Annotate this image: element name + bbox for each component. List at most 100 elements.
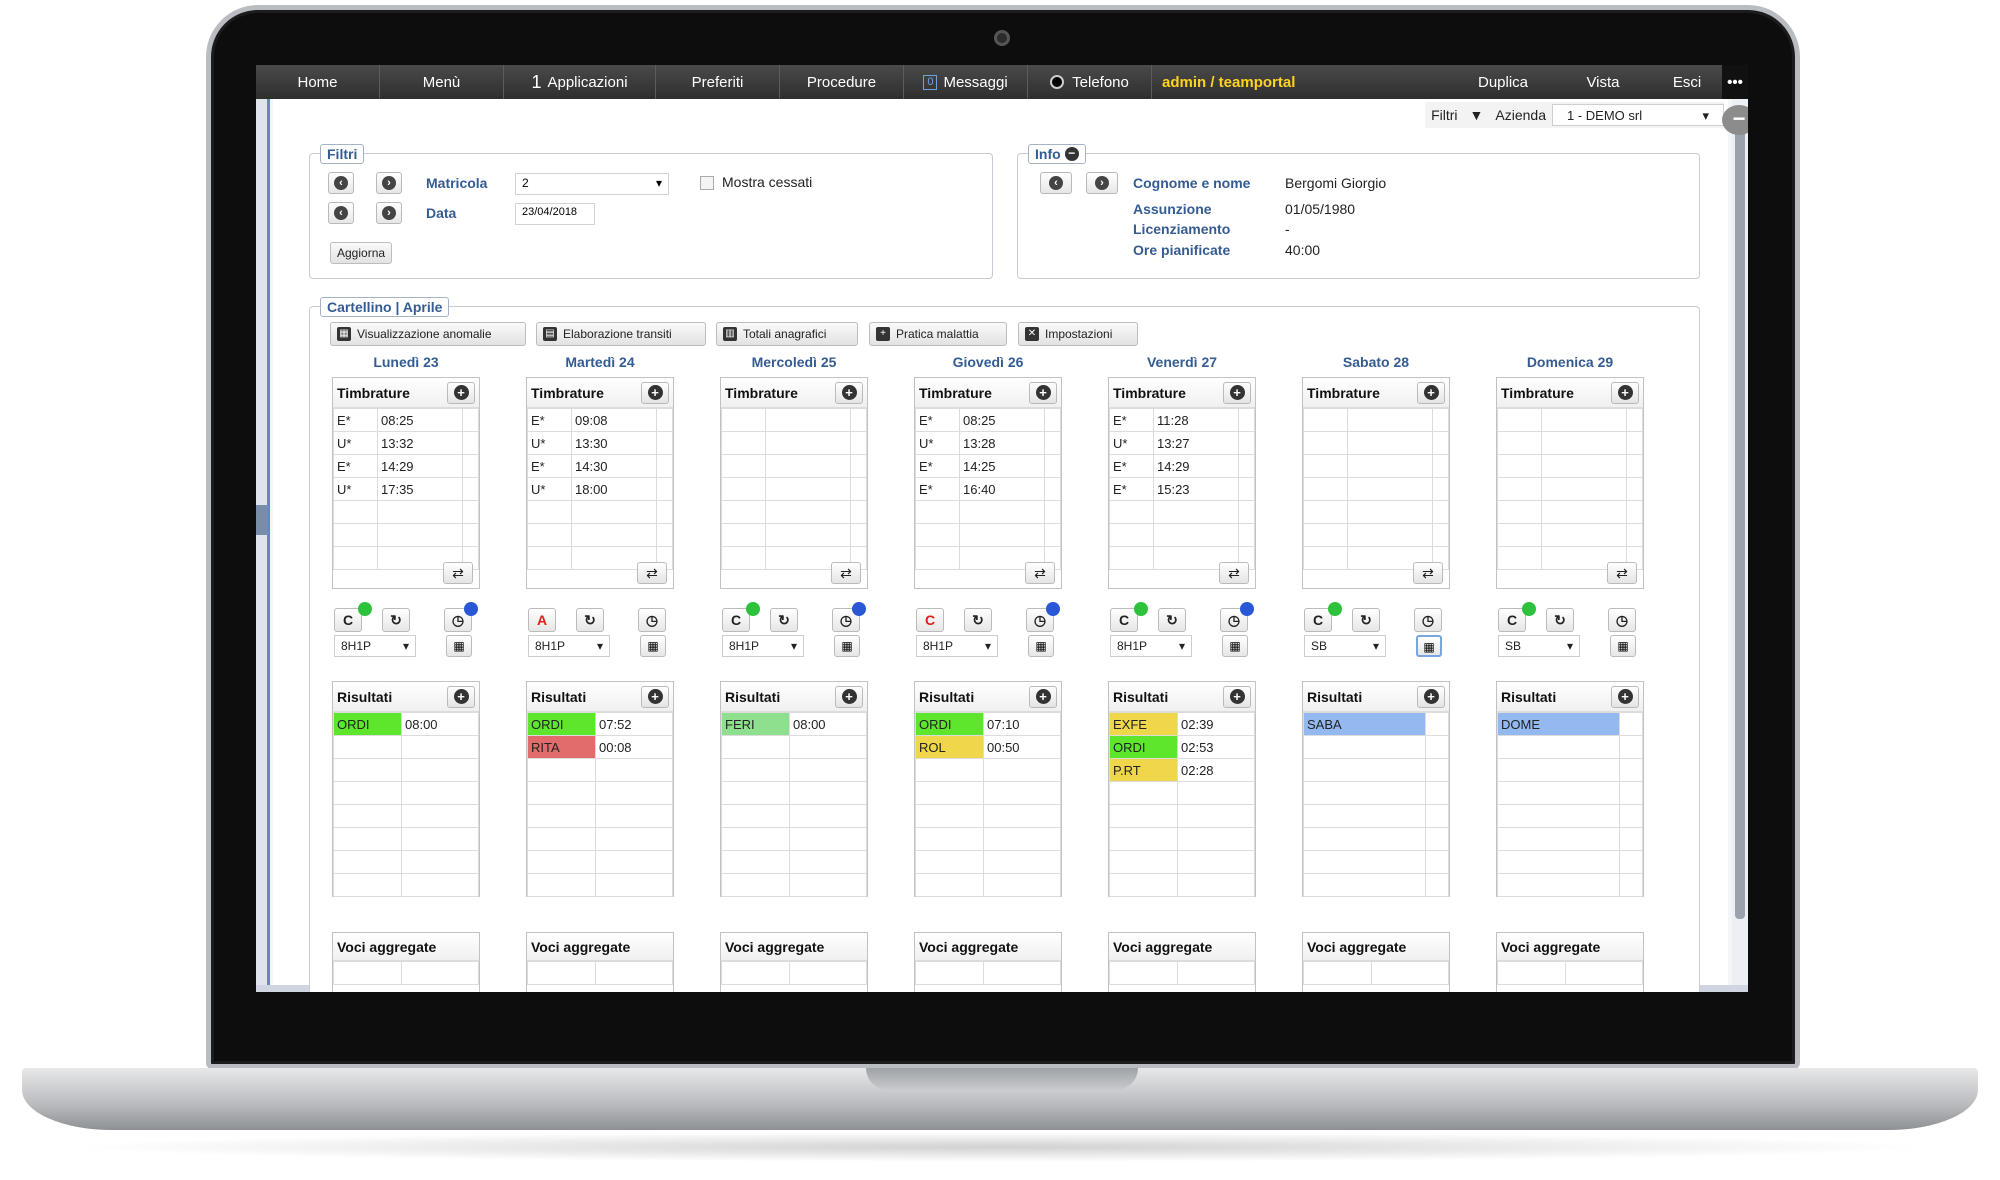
scrollbar-thumb[interactable] [1735,109,1745,919]
swap-button[interactable]: ⇄ [831,562,861,584]
filtri-label[interactable]: Filtri [1431,107,1457,123]
calendar-button[interactable]: ▦ [640,635,666,657]
elaborazione-transiti-button[interactable]: ▤ Elaborazione transiti [536,322,706,346]
risultati-table: ORDI 07:10 ROL 00:50 [915,712,1061,897]
timbratura-extra [462,523,479,547]
nav-messaggi[interactable]: 0 Messaggi [904,65,1028,99]
schedule-select[interactable]: 8H1P ▾ [528,635,610,657]
aggiorna-button[interactable]: Aggiorna [330,242,393,264]
azienda-select[interactable]: 1 - DEMO srl ▾ [1552,104,1724,126]
mostra-cessati-checkbox[interactable] [700,176,714,190]
data-label: Data [426,205,457,221]
schedule-select[interactable]: 8H1P ▾ [334,635,416,657]
refresh-button[interactable]: ↻ [1352,608,1380,632]
risultato-value [1425,873,1449,897]
add-timbratura-button[interactable]: + [447,381,475,404]
day-code-button[interactable]: A [528,608,556,632]
refresh-button[interactable]: ↻ [1158,608,1186,632]
calendar-button[interactable]: ▦ [1028,635,1054,657]
calendar-button[interactable]: ▦ [1416,635,1442,657]
visualizzazione-anomalie-button[interactable]: ▦ Visualizzazione anomalie [330,322,526,346]
risultato-value [789,804,867,828]
table-row [915,961,1061,985]
voci-cell [789,961,867,985]
nav-preferiti[interactable]: Preferiti [656,65,780,99]
add-timbratura-button[interactable]: + [1611,381,1639,404]
add-risultato-button[interactable]: + [1417,685,1445,708]
add-timbratura-button[interactable]: + [1223,381,1251,404]
risultato-code: ORDI [915,712,984,736]
nav-vista[interactable]: Vista [1554,65,1652,99]
info-legend[interactable]: Info − [1028,144,1086,164]
calendar-button[interactable]: ▦ [446,635,472,657]
info-next-button[interactable]: › [1086,172,1118,194]
data-input[interactable]: 23/04/2018 [515,203,595,225]
nav-telefono[interactable]: Telefono [1028,65,1152,99]
collapse-filter-button[interactable]: − [1722,105,1748,135]
swap-button[interactable]: ⇄ [1413,562,1443,584]
nav-procedure[interactable]: Procedure [780,65,904,99]
matricola-prev-button[interactable]: ‹ [328,172,354,194]
swap-button[interactable]: ⇄ [1607,562,1637,584]
matricola-select[interactable]: 2 ▾ [515,173,669,195]
schedule-select[interactable]: 8H1P ▾ [722,635,804,657]
totali-anagrafici-button[interactable]: ▥ Totali anagrafici [716,322,858,346]
refresh-button[interactable]: ↻ [576,608,604,632]
nav-home[interactable]: Home [256,65,380,99]
risultato-value [1425,827,1449,851]
add-timbratura-button[interactable]: + [1029,381,1057,404]
nav-applicazioni[interactable]: 1 Applicazioni [504,65,656,99]
calendar-button[interactable]: ▦ [834,635,860,657]
add-timbratura-button[interactable]: + [641,381,669,404]
refresh-button[interactable]: ↻ [1546,608,1574,632]
swap-button[interactable]: ⇄ [637,562,667,584]
add-risultato-button[interactable]: + [1611,685,1639,708]
schedule-select[interactable]: 8H1P ▾ [916,635,998,657]
grid-icon: ▤ [543,327,557,341]
clock-button[interactable]: ◷ [1414,608,1442,632]
data-prev-button[interactable]: ‹ [328,202,354,224]
refresh-button[interactable]: ↻ [770,608,798,632]
day-code-button[interactable]: C [916,608,944,632]
clock-button[interactable]: ◷ [1608,608,1636,632]
risultato-value: 08:00 [401,712,479,736]
swap-button[interactable]: ⇄ [1025,562,1055,584]
add-risultato-button[interactable]: + [1223,685,1251,708]
add-timbratura-button[interactable]: + [1417,381,1445,404]
nav-menu[interactable]: Menù [380,65,504,99]
timbrature-header: Timbrature + [333,378,479,408]
schedule-select[interactable]: 8H1P ▾ [1110,635,1192,657]
clock-button[interactable]: ◷ [638,608,666,632]
risultato-value: 00:50 [983,735,1061,759]
funnel-icon[interactable]: ▼ [1470,107,1484,123]
schedule-select[interactable]: SB ▾ [1498,635,1580,657]
left-expand-handle[interactable] [256,505,268,535]
schedule-select[interactable]: SB ▾ [1304,635,1386,657]
impostazioni-button[interactable]: ✕ Impostazioni [1018,322,1138,346]
table-row [1497,804,1643,828]
swap-button[interactable]: ⇄ [443,562,473,584]
matricola-next-button[interactable]: › [376,172,402,194]
timbratura-time: 13:28 [959,431,1045,455]
add-risultato-button[interactable]: + [1029,685,1057,708]
data-next-button[interactable]: › [376,202,402,224]
table-row [1303,408,1449,432]
timbratura-extra [462,431,479,455]
voci-header: Voci aggregate [1303,933,1449,961]
calendar-button[interactable]: ▦ [1610,635,1636,657]
refresh-button[interactable]: ↻ [382,608,410,632]
refresh-button[interactable]: ↻ [964,608,992,632]
add-risultato-button[interactable]: + [835,685,863,708]
nav-esci[interactable]: Esci [1652,65,1722,99]
vertical-scrollbar[interactable] [1732,99,1748,992]
calendar-button[interactable]: ▦ [1222,635,1248,657]
add-risultato-button[interactable]: + [641,685,669,708]
nav-duplica[interactable]: Duplica [1452,65,1554,99]
plus-icon: + [1617,385,1633,400]
more-options-button[interactable]: ••• [1722,65,1748,99]
pratica-malattia-button[interactable]: + Pratica malattia [869,322,1007,346]
info-prev-button[interactable]: ‹ [1040,172,1072,194]
add-risultato-button[interactable]: + [447,685,475,708]
add-timbratura-button[interactable]: + [835,381,863,404]
swap-button[interactable]: ⇄ [1219,562,1249,584]
